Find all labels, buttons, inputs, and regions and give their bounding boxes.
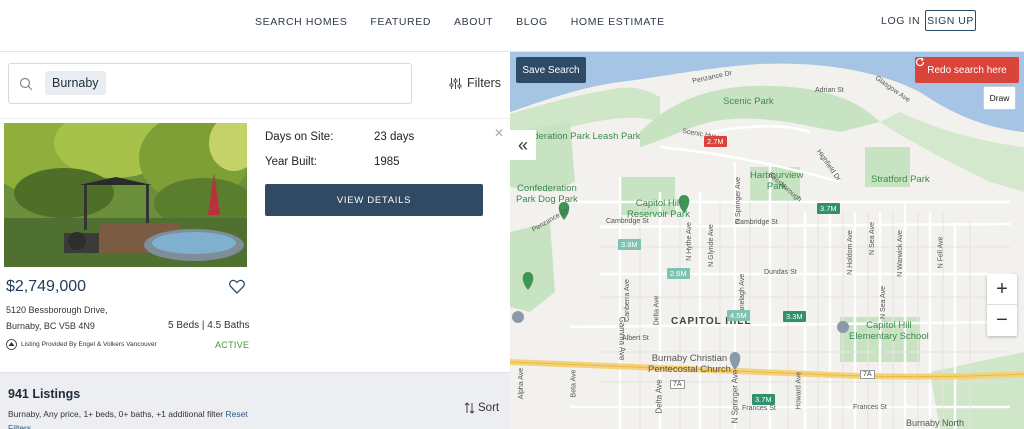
listing-provided-by: Listing Provided By Engel & Volkers Vanc… [6, 339, 157, 350]
days-on-site-label: Days on Site: [265, 131, 334, 143]
sort-icon [464, 402, 475, 414]
street-howard: Howard Ave [795, 371, 803, 410]
save-search-button[interactable]: Save Search [516, 57, 586, 83]
filters-button[interactable]: Filters [449, 76, 501, 90]
price-pin[interactable]: 3.3M [783, 311, 806, 322]
street-delta-north: Delta Ave [653, 295, 661, 326]
zoom-out-button[interactable]: − [987, 305, 1017, 336]
park-label-reservoir: Capitol Hill Reservoir Park [627, 198, 690, 220]
street-beta: Beta Ave [570, 369, 578, 398]
listing-panel: Burnaby Filters $2,749,000 5120 Bessboro… [0, 52, 510, 429]
street-hythe: N Hythe Ave [685, 222, 693, 261]
redo-search-label: Redo search here [927, 64, 1007, 76]
view-details-button[interactable]: VIEW DETAILS [265, 184, 483, 216]
church-label: Burnaby Christian Pentecostal Church [648, 353, 731, 375]
redo-search-button[interactable]: Redo search here [915, 57, 1019, 83]
login-link[interactable]: LOG IN [881, 15, 920, 27]
nav-search-homes[interactable]: SEARCH HOMES [255, 16, 347, 28]
beds-baths: 5 Beds | 4.5 Baths [168, 320, 250, 331]
street-warwick: N Warwick Ave [896, 230, 904, 277]
street-fell: N Fell Ave [937, 236, 945, 269]
filter-summary-text: Burnaby, Any price, 1+ beds, 0+ baths, +… [8, 409, 224, 419]
street-holdom: N Holdom Ave [846, 230, 854, 275]
year-built-label: Year Built: [265, 156, 317, 168]
heart-icon[interactable] [229, 279, 245, 294]
filters-label: Filters [467, 76, 502, 90]
listing-count: 941 Listings [8, 387, 81, 401]
map-view[interactable]: Scenic Park Harbourview Park Stratford Pa… [510, 52, 1024, 429]
listing-price: $2,749,000 [6, 278, 87, 295]
price-pin[interactable]: 2.6M [667, 268, 690, 279]
year-built-value: 1985 [374, 156, 400, 168]
street-delta-south: Delta Ave [654, 379, 664, 414]
street-frances-east: Frances St [853, 404, 887, 411]
brokerage-logo-icon [6, 339, 17, 350]
street-springer-north: N Springer Ave [734, 177, 742, 224]
park-label-confederation-dog: Confederation Park Dog Park [516, 183, 578, 205]
hwy-shield-east: 7A [860, 370, 875, 379]
address-line1: 5120 Bessborough Drive, [6, 305, 108, 315]
address-line2: Burnaby, BC V5B 4N9 [6, 321, 95, 331]
street-alpha: Alpha Ave [518, 367, 526, 400]
double-chevron-left-icon: « [517, 134, 528, 155]
sort-label: Sort [478, 402, 500, 414]
signup-button[interactable]: SIGN UP [925, 10, 976, 31]
filter-summary: Burnaby, Any price, 1+ beds, 0+ baths, +… [8, 407, 268, 429]
listing-photo[interactable] [4, 123, 247, 267]
park-label-stratford: Stratford Park [871, 174, 930, 185]
street-frances-west: Frances St [742, 405, 776, 412]
price-pin[interactable]: 3.7M [752, 394, 775, 405]
search-icon [19, 77, 33, 91]
close-icon[interactable]: ✕ [494, 126, 504, 140]
sliders-icon [449, 77, 462, 89]
nav-links: SEARCH HOMES FEATURED ABOUT BLOG HOME ES… [255, 16, 688, 28]
listing-card: $2,749,000 5120 Bessborough Drive, Burna… [0, 118, 510, 372]
sort-button[interactable]: Sort [464, 402, 499, 414]
burnaby-north-label: Burnaby North [906, 418, 965, 428]
hwy-shield-west: 7A [670, 380, 685, 389]
street-glynde: N Glynde Ave [707, 224, 715, 267]
listing-photo-image [4, 123, 247, 267]
nav-about[interactable]: ABOUT [454, 16, 493, 28]
nav-featured[interactable]: FEATURED [370, 16, 431, 28]
price-pin[interactable]: 2.7M [704, 136, 727, 147]
street-dundas: Dundas St [764, 269, 797, 276]
nav-home-estimate[interactable]: HOME ESTIMATE [571, 16, 665, 28]
street-canberra: Canberra Ave [623, 279, 631, 322]
refresh-icon [915, 57, 925, 67]
price-pin[interactable]: 3.8M [618, 239, 641, 250]
school-label: Capitol Hill Elementary School [849, 320, 929, 342]
street-adrian: Adrian St [815, 87, 844, 94]
days-on-site-value: 23 days [374, 131, 415, 143]
status-badge: ACTIVE [215, 340, 250, 350]
collapse-panel-button[interactable]: « [510, 130, 536, 160]
street-sea: N Sea Ave [868, 222, 876, 255]
nav-blog[interactable]: BLOG [516, 16, 548, 28]
top-navigation: SEARCH HOMES FEATURED ABOUT BLOG HOME ES… [0, 0, 1024, 52]
street-cambridge-west: Cambridge St [606, 218, 649, 225]
search-chip[interactable]: Burnaby [45, 71, 106, 95]
zoom-control: + − [987, 274, 1017, 336]
map-canvas [510, 52, 1024, 429]
results-bar: 941 Listings Burnaby, Any price, 1+ beds… [0, 372, 510, 429]
park-label-scenic: Scenic Park [723, 96, 774, 107]
price-pin[interactable]: 3.7M [817, 203, 840, 214]
draw-button[interactable]: Draw [983, 86, 1016, 110]
street-sea-south: N Sea Ave [879, 286, 887, 319]
street-springer-south: N Springer Ave [730, 369, 740, 424]
zoom-in-button[interactable]: + [987, 274, 1017, 305]
price-pin[interactable]: 4.5M [727, 310, 750, 321]
search-input[interactable]: Burnaby [8, 63, 412, 104]
provided-by-text: Listing Provided By Engel & Volkers Vanc… [21, 341, 157, 348]
street-gamma: Gamma Ave [617, 316, 627, 361]
